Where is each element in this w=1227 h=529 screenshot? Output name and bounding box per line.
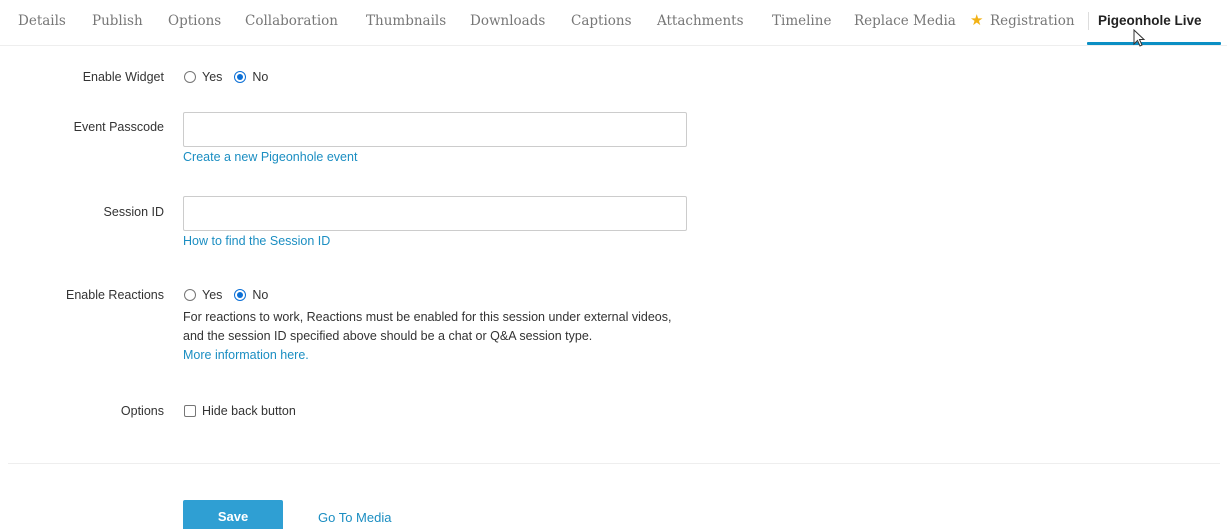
tab-thumbnails[interactable]: Thumbnails: [366, 13, 446, 29]
enable-reactions-yes-radio[interactable]: [184, 289, 196, 301]
hide-back-button-label[interactable]: Hide back button: [202, 404, 296, 418]
more-information-link[interactable]: More information here.: [183, 348, 309, 362]
enable-widget-no-label[interactable]: No: [252, 70, 268, 84]
tab-attachments[interactable]: Attachments: [657, 13, 744, 29]
enable-reactions-yes-label[interactable]: Yes: [202, 288, 222, 302]
tab-timeline[interactable]: Timeline: [772, 13, 831, 29]
hide-back-button-row: Hide back button: [184, 404, 308, 418]
form-divider: [8, 463, 1220, 464]
enable-widget-no-radio[interactable]: [234, 71, 247, 83]
enable-widget-yes-label[interactable]: Yes: [202, 70, 222, 84]
enable-reactions-no-radio[interactable]: [234, 289, 247, 301]
event-passcode-input[interactable]: [183, 112, 687, 147]
hide-back-button-checkbox[interactable]: [184, 405, 196, 417]
reactions-help-line-2: and the session ID specified above shoul…: [183, 329, 593, 343]
event-passcode-label: Event Passcode: [73, 120, 164, 134]
tab-pigeonhole-live[interactable]: Pigeonhole Live: [1098, 13, 1202, 28]
reactions-help-line-1: For reactions to work, Reactions must be…: [183, 310, 672, 324]
star-icon: ★: [970, 12, 984, 29]
tab-publish[interactable]: Publish: [92, 13, 143, 29]
go-to-media-link[interactable]: Go To Media: [318, 510, 391, 525]
enable-widget-yes-radio[interactable]: [184, 71, 196, 83]
enable-reactions-radio-group: Yes No: [184, 288, 280, 302]
tab-replace-media[interactable]: Replace Media: [854, 13, 956, 29]
tab-separator: [1088, 12, 1089, 30]
options-label: Options: [120, 404, 164, 418]
save-button[interactable]: Save: [183, 500, 283, 529]
enable-reactions-label: Enable Reactions: [66, 288, 164, 302]
mouse-pointer-icon: [1133, 29, 1146, 47]
session-id-input[interactable]: [183, 196, 687, 231]
find-session-id-link[interactable]: How to find the Session ID: [183, 234, 330, 248]
enable-widget-radio-group: Yes No: [184, 70, 280, 84]
tab-collaboration[interactable]: Collaboration: [245, 13, 338, 29]
tab-bar: Details Publish Options Collaboration Th…: [0, 0, 1227, 47]
active-tab-indicator: [1087, 42, 1221, 45]
enable-widget-label: Enable Widget: [82, 70, 164, 84]
tab-downloads[interactable]: Downloads: [470, 13, 545, 29]
create-pigeonhole-event-link[interactable]: Create a new Pigeonhole event: [183, 150, 357, 164]
tab-registration[interactable]: Registration: [990, 13, 1075, 29]
tab-captions[interactable]: Captions: [571, 13, 632, 29]
enable-reactions-no-label[interactable]: No: [252, 288, 268, 302]
tab-options[interactable]: Options: [168, 13, 221, 29]
tab-details[interactable]: Details: [18, 13, 66, 29]
session-id-label: Session ID: [103, 205, 164, 219]
